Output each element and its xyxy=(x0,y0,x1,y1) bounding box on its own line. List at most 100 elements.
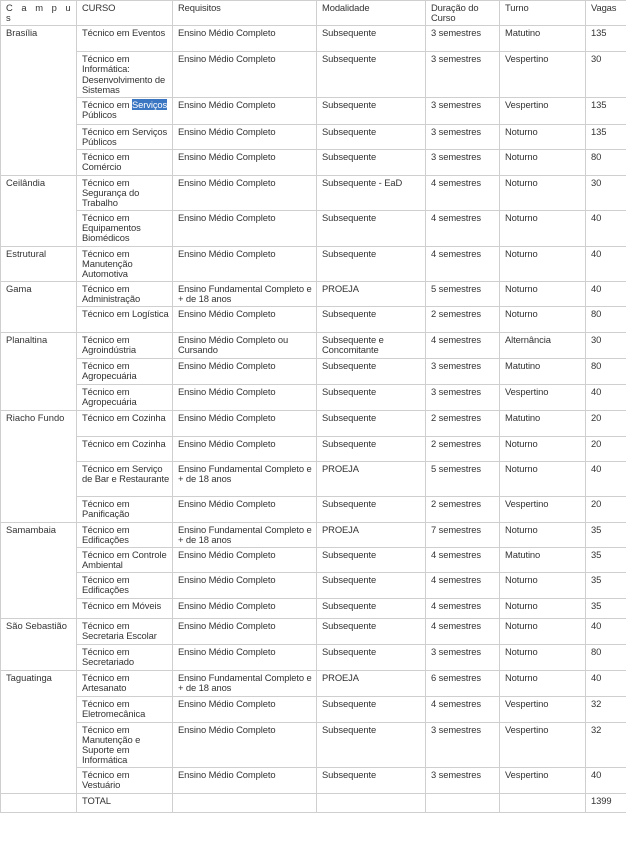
table-row: Planaltina Técnico em Agroindústria Ensino… xyxy=(0,332,626,412)
duracao-cell: 2 semestres xyxy=(425,436,500,463)
modalidade-cell: Subsequente xyxy=(316,210,426,247)
total-campus-cell xyxy=(0,793,77,814)
table-row: Técnico em Móveis Ensino Médio Completo Su… xyxy=(1,597,626,619)
duracao-cell: 5 semestres xyxy=(425,280,500,308)
vagas-cell: 135 xyxy=(585,25,626,53)
requisitos-cell: Ensino Médio Completo ou Cursando xyxy=(172,332,317,360)
vagas-cell: 80 xyxy=(585,306,626,334)
turno-cell: Matutino xyxy=(499,546,586,574)
campus-cell: Ceilândia xyxy=(0,174,77,247)
total-empty-cell xyxy=(316,793,426,814)
curso-cell: Técnico em Segurança do Trabalho xyxy=(76,174,173,212)
modalidade-cell: Subsequente xyxy=(316,695,426,723)
curso-cell: Técnico em Administração xyxy=(76,280,173,308)
vagas-cell: 35 xyxy=(585,597,626,619)
table-row: Técnico em Manutenção e Suporte em Infor… xyxy=(1,721,626,769)
requisitos-cell: Ensino Médio Completo xyxy=(172,306,317,334)
modalidade-cell: Subsequente xyxy=(316,436,426,463)
vagas-cell: 40 xyxy=(585,280,626,308)
turno-cell: Matutino xyxy=(499,25,586,53)
turno-cell: Noturno xyxy=(499,572,586,599)
turno-cell: Matutino xyxy=(499,358,586,386)
modalidade-cell: Subsequente - EaD xyxy=(316,174,426,212)
duracao-cell: 4 semestres xyxy=(425,332,500,360)
turno-cell: Noturno xyxy=(499,617,586,645)
requisitos-cell: Ensino Médio Completo xyxy=(172,767,317,795)
vagas-cell: 30 xyxy=(585,332,626,360)
campus-cell: Planaltina xyxy=(0,332,77,412)
requisitos-cell: Ensino Fundamental Completo e + de 18 an… xyxy=(172,461,317,498)
curso-cell: Técnico em Eventos xyxy=(76,25,173,53)
duracao-cell: 2 semestres xyxy=(425,306,500,334)
curso-cell: Técnico em Agropecuária xyxy=(76,358,173,386)
curso-cell: Técnico em Cozinha xyxy=(76,436,173,463)
turno-cell: Noturno xyxy=(499,280,586,308)
duracao-cell: 3 semestres xyxy=(425,123,500,151)
table-row: Brasília Técnico em Eventos Ensino Médio C… xyxy=(0,25,626,176)
vagas-cell: 40 xyxy=(585,461,626,498)
requisitos-cell: Ensino Médio Completo xyxy=(172,436,317,463)
duracao-cell: 7 semestres xyxy=(425,521,500,548)
vagas-cell: 32 xyxy=(585,721,626,769)
turno-cell: Vespertino xyxy=(499,496,586,523)
requisitos-cell: Ensino Médio Completo xyxy=(172,210,317,247)
duracao-cell: 4 semestres xyxy=(425,617,500,645)
table-row: Técnico em Agropecuária Ensino Médio Comp… xyxy=(1,384,626,412)
header-modalidade: Modalidade xyxy=(316,0,426,27)
curso-cell: Técnico em Logística xyxy=(76,306,173,334)
campus-cell: Riacho Fundo xyxy=(0,410,77,523)
vagas-cell: 20 xyxy=(585,496,626,523)
curso-cell: Técnico em Manutenção e Suporte em Infor… xyxy=(76,721,173,769)
requisitos-cell: Ensino Médio Completo xyxy=(172,149,317,176)
turno-cell: Vespertino xyxy=(499,51,586,98)
requisitos-cell: Ensino Médio Completo xyxy=(172,96,317,125)
header-requisitos: Requisitos xyxy=(172,0,317,27)
curso-cell: Técnico em Secretariado xyxy=(76,643,173,671)
duracao-cell: 4 semestres xyxy=(425,174,500,212)
turno-cell: Noturno xyxy=(499,306,586,334)
modalidade-cell: PROEJA xyxy=(316,669,426,697)
curso-cell: Técnico em Edificações xyxy=(76,572,173,599)
turno-cell: Noturno xyxy=(499,669,586,697)
requisitos-cell: Ensino Médio Completo xyxy=(172,410,317,438)
vagas-cell: 40 xyxy=(585,669,626,697)
curso-text-post: Públicos xyxy=(82,109,117,121)
modalidade-cell: Subsequente xyxy=(316,51,426,98)
duracao-cell: 3 semestres xyxy=(425,767,500,795)
modalidade-cell: Subsequente xyxy=(316,546,426,574)
modalidade-cell: Subsequente xyxy=(316,721,426,769)
modalidade-cell: Subsequente xyxy=(316,245,426,282)
modalidade-cell: Subsequente xyxy=(316,410,426,438)
curso-cell: Técnico em Edificações xyxy=(76,521,173,548)
campus-cell: Gama xyxy=(0,280,77,334)
turno-cell: Noturno xyxy=(499,643,586,671)
requisitos-cell: Ensino Médio Completo xyxy=(172,546,317,574)
table-row: Taguatinga Técnico em Artesanato Ensino Fu… xyxy=(0,669,626,795)
turno-cell: Alternância xyxy=(499,332,586,360)
turno-cell: Noturno xyxy=(499,461,586,498)
modalidade-cell: Subsequente xyxy=(316,306,426,334)
requisitos-cell: Ensino Médio Completo xyxy=(172,123,317,151)
duracao-cell: 4 semestres xyxy=(425,695,500,723)
duracao-cell: 3 semestres xyxy=(425,51,500,98)
table-row: Gama Técnico em Administração Ensino Funda… xyxy=(0,280,626,334)
turno-cell: Noturno xyxy=(499,210,586,247)
requisitos-cell: Ensino Médio Completo xyxy=(172,174,317,212)
vagas-cell: 80 xyxy=(585,358,626,386)
table-header-row: C a m p u s CURSO Requisitos Modalidade … xyxy=(0,0,626,27)
duracao-cell: 4 semestres xyxy=(425,572,500,599)
duracao-cell: 6 semestres xyxy=(425,669,500,697)
table-row: Técnico em Agropecuária Ensino Médio Comp… xyxy=(1,358,626,386)
curso-cell: Técnico em Agropecuária xyxy=(76,384,173,412)
requisitos-cell: Ensino Médio Completo xyxy=(172,358,317,386)
text-selection-highlight[interactable]: Serviços xyxy=(131,98,167,110)
header-campus: C a m p u s xyxy=(0,0,77,27)
curso-cell: Técnico em Manutenção Automotiva xyxy=(76,245,173,282)
turno-cell: Vespertino xyxy=(499,721,586,769)
turno-cell: Vespertino xyxy=(499,384,586,412)
table-row: Técnico em Serviços Públicos Ensino Médio… xyxy=(1,96,626,125)
requisitos-cell: Ensino Médio Completo xyxy=(172,695,317,723)
duracao-cell: 4 semestres xyxy=(425,546,500,574)
duracao-cell: 3 semestres xyxy=(425,721,500,769)
requisitos-cell: Ensino Fundamental Completo e + de 18 an… xyxy=(172,280,317,308)
